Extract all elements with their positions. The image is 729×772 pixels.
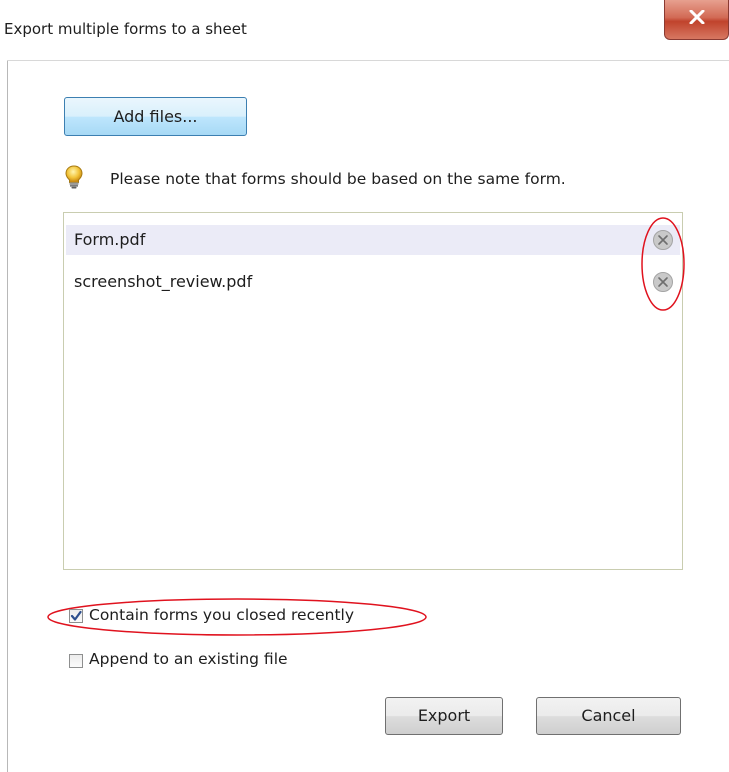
contain-forms-label[interactable]: Contain forms you closed recently	[89, 606, 354, 624]
lightbulb-icon	[65, 165, 83, 189]
contain-forms-checkbox[interactable]	[69, 609, 83, 623]
checkmark-icon	[70, 610, 82, 621]
remove-circle-x-icon[interactable]	[652, 271, 674, 293]
file-name: screenshot_review.pdf	[74, 272, 253, 291]
file-list-item[interactable]: screenshot_review.pdf	[66, 267, 680, 297]
file-list[interactable]: Form.pdf screenshot_review.pdf	[63, 212, 683, 570]
remove-circle-x-icon[interactable]	[652, 229, 674, 251]
file-name: Form.pdf	[74, 230, 146, 249]
export-button[interactable]: Export	[385, 697, 503, 735]
append-existing-checkbox[interactable]	[69, 654, 83, 668]
append-existing-label[interactable]: Append to an existing file	[89, 650, 288, 668]
close-button[interactable]	[664, 0, 729, 40]
dialog-top-border	[7, 60, 729, 61]
note-text: Please note that forms should be based o…	[110, 170, 566, 188]
title-bar: Export multiple forms to a sheet	[0, 0, 729, 62]
window-title: Export multiple forms to a sheet	[4, 20, 247, 38]
dialog-left-border	[7, 60, 8, 772]
add-files-button[interactable]: Add files...	[64, 97, 247, 136]
close-x-icon	[689, 10, 705, 24]
cancel-button[interactable]: Cancel	[536, 697, 681, 735]
file-list-item[interactable]: Form.pdf	[66, 225, 680, 255]
